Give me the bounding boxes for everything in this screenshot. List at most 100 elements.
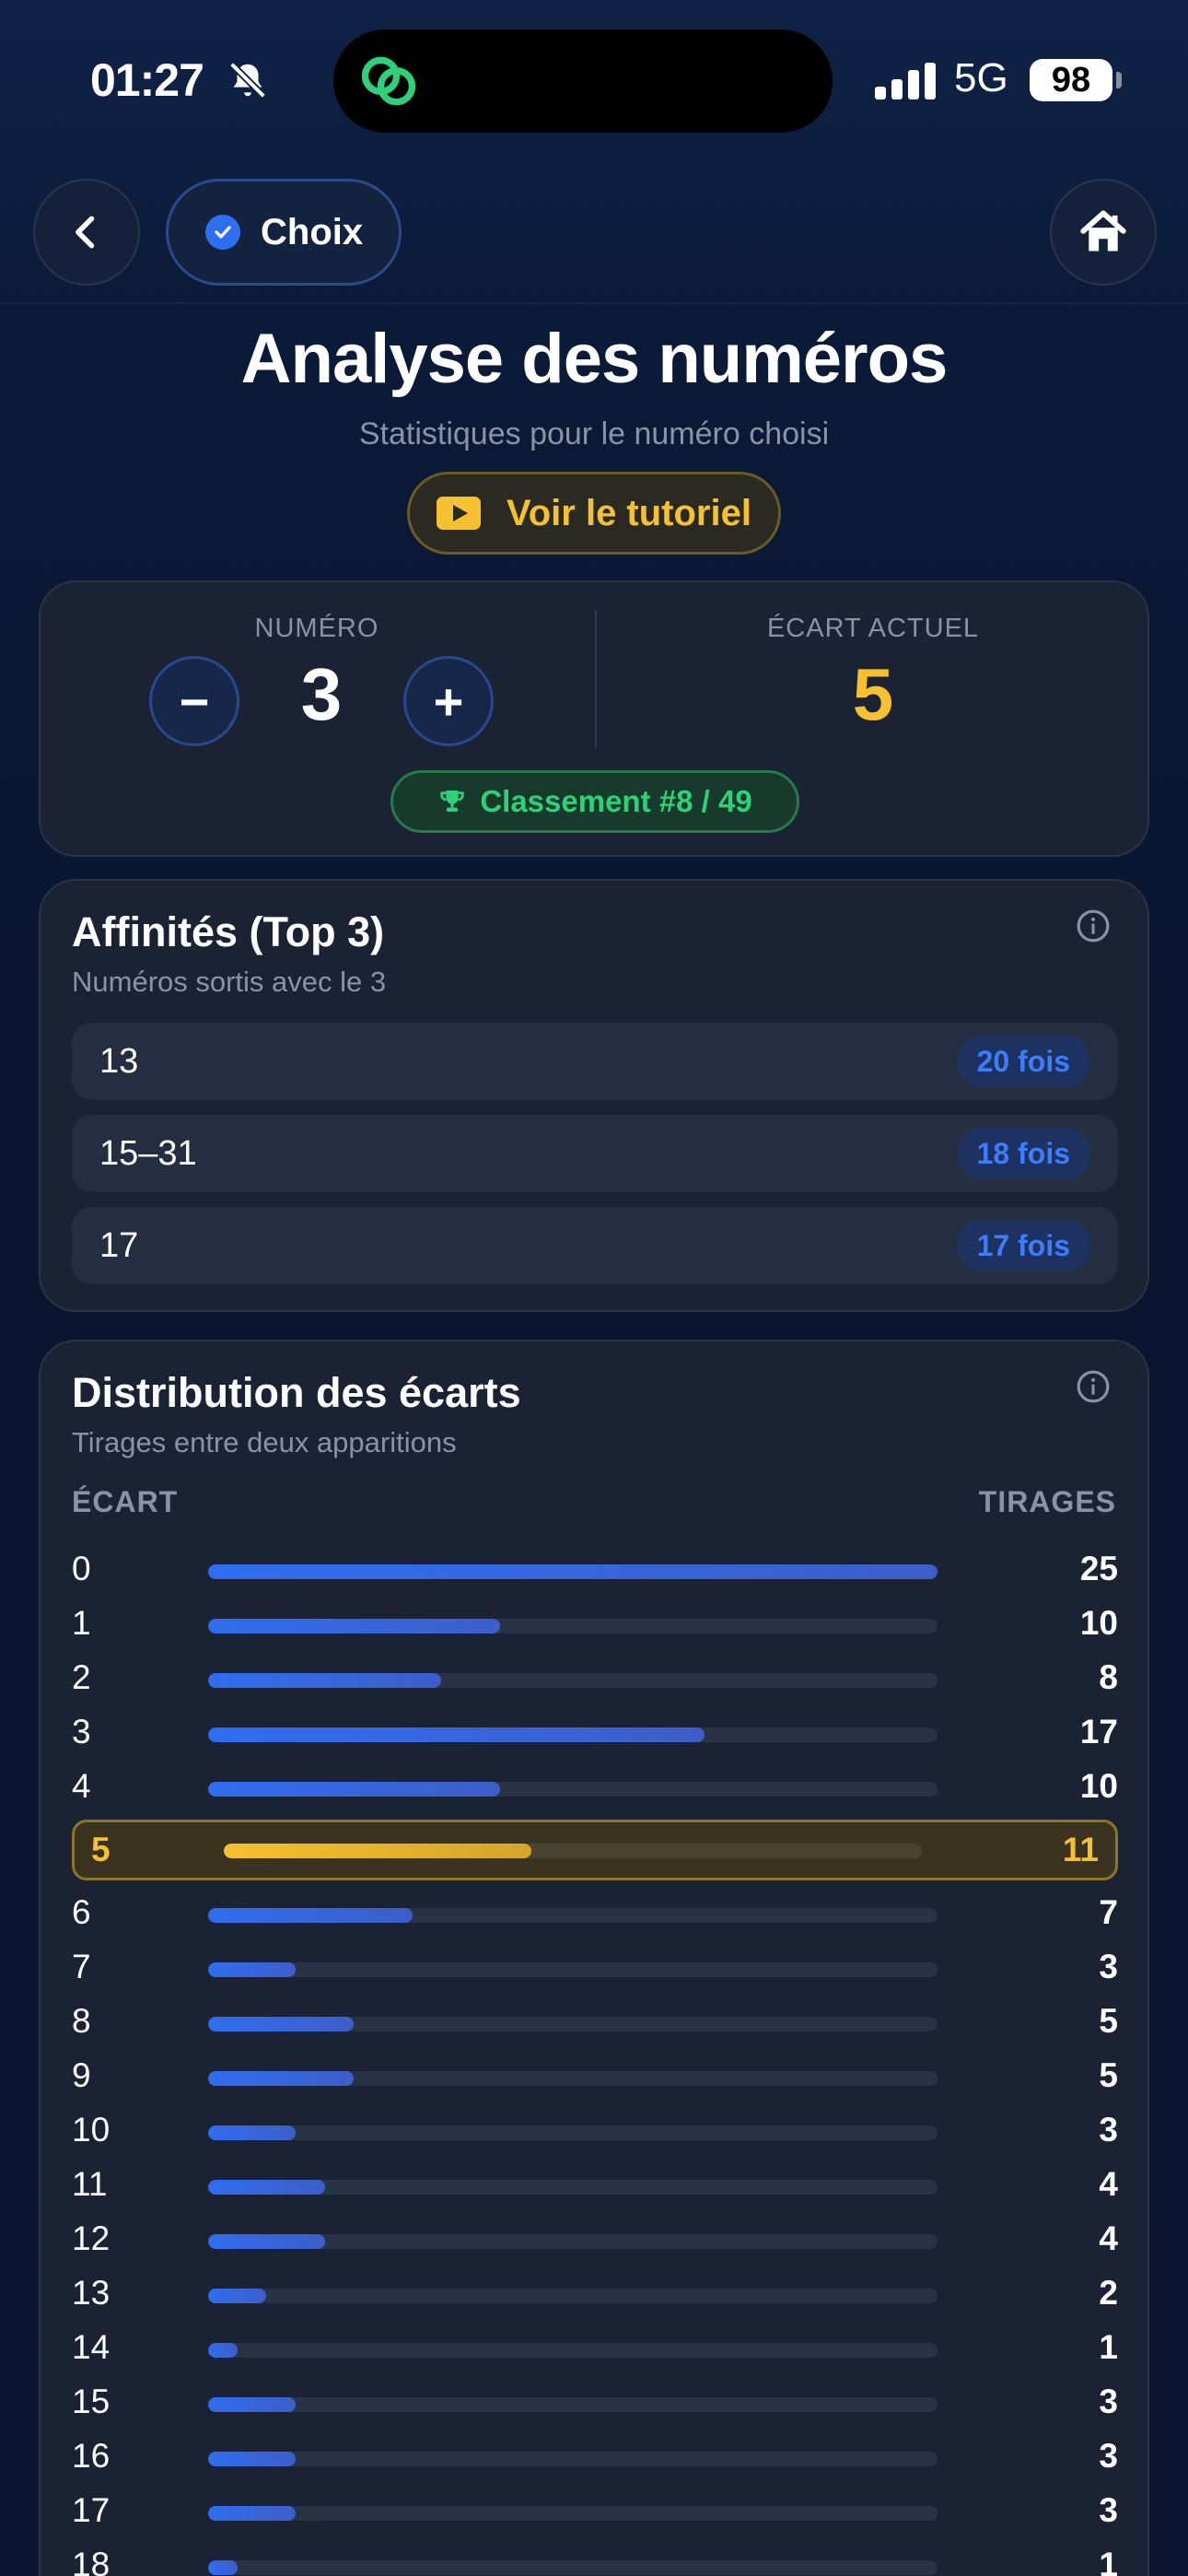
status-time: 01:27: [90, 54, 204, 106]
distribution-row: 12 4: [72, 2214, 1118, 2268]
ecart-label: ÉCART ACTUEL: [766, 614, 980, 643]
distribution-ecart: 8: [72, 2002, 91, 2040]
column-header-tirages: TIRAGES: [978, 1485, 1116, 1518]
distribution-ecart: 18: [72, 2546, 111, 2576]
affinity-count-badge: 18 fois: [956, 1128, 1090, 1179]
signal-icon: [875, 63, 936, 100]
distribution-bar: [208, 1727, 705, 1742]
play-icon: [437, 497, 482, 530]
tutorial-button[interactable]: Voir le tutoriel: [407, 472, 781, 555]
distribution-row-current: 5 11: [72, 1820, 1118, 1880]
increment-button[interactable]: +: [403, 656, 494, 746]
home-icon: [1080, 210, 1126, 252]
decrement-button[interactable]: −: [149, 656, 239, 746]
bell-slash-icon: [229, 62, 266, 99]
distribution-count: 7: [1099, 1893, 1118, 1931]
affinity-row: 17 17 fois: [72, 1207, 1118, 1284]
distribution-card: Distribution des écarts Tirages entre de…: [39, 1340, 1149, 2576]
distribution-bar-track: [208, 2452, 938, 2466]
affinity-numbers: 13: [99, 1042, 139, 1081]
distribution-row: 14 1: [72, 2323, 1118, 2377]
rank-label: Classement #8 / 49: [480, 784, 752, 818]
distribution-bar: [208, 2017, 355, 2032]
choix-label: Choix: [261, 211, 364, 252]
affinity-count-badge: 17 fois: [956, 1220, 1090, 1271]
status-bar: 01:27 5G 98: [0, 0, 1188, 157]
distribution-row: 17 3: [72, 2486, 1118, 2540]
distribution-ecart: 14: [72, 2328, 111, 2366]
home-button[interactable]: [1050, 179, 1157, 286]
distribution-ecart: 15: [72, 2383, 111, 2420]
distribution-ecart: 4: [72, 1767, 91, 1805]
distribution-bar-track: [208, 1564, 938, 1579]
distribution-row: 0 25: [72, 1544, 1118, 1598]
dynamic-island: [333, 29, 833, 133]
distribution-bar-track: [208, 2343, 938, 2358]
distribution-bar: [208, 2289, 267, 2303]
distribution-bar: [208, 2071, 355, 2086]
choix-button[interactable]: Choix: [166, 179, 402, 286]
ecart-value: 5: [852, 653, 894, 735]
numero-card: NUMÉRO − 3 + ÉCART ACTUEL 5 Classement #…: [39, 580, 1149, 857]
check-icon: [205, 215, 240, 250]
distribution-count: 2: [1099, 2274, 1118, 2312]
distribution-count: 3: [1099, 1948, 1118, 1985]
distribution-count: 25: [1079, 1550, 1118, 1587]
affinity-count-badge: 20 fois: [956, 1036, 1090, 1087]
distribution-ecart: 10: [72, 2111, 111, 2149]
distribution-bar-track: [224, 1844, 922, 1858]
distribution-bar: [208, 2125, 297, 2140]
distribution-count: 11: [1062, 1831, 1099, 1868]
battery-indicator: 98: [1030, 59, 1112, 101]
distribution-ecart: 1: [72, 1604, 91, 1642]
affinity-numbers: 15–31: [99, 1134, 197, 1173]
rank-badge: Classement #8 / 49: [390, 770, 799, 833]
distribution-bar: [208, 1564, 938, 1579]
distribution-subtitle: Tirages entre deux apparitions: [72, 1426, 457, 1458]
numero-value: 3: [300, 653, 343, 735]
distribution-count: 10: [1079, 1604, 1118, 1642]
distribution-bar-track: [208, 2506, 938, 2521]
distribution-count: 3: [1099, 2111, 1118, 2149]
distribution-ecart: 12: [72, 2219, 111, 2257]
distribution-count: 3: [1099, 2383, 1118, 2420]
distribution-count: 1: [1099, 2328, 1118, 2366]
nav-bar: Choix: [0, 157, 1188, 304]
distribution-ecart: 0: [72, 1550, 91, 1587]
distribution-ecart: 13: [72, 2274, 111, 2312]
distribution-bar-track: [208, 2125, 938, 2140]
distribution-count: 8: [1099, 1658, 1118, 1696]
affinity-row: 13 20 fois: [72, 1023, 1118, 1100]
distribution-bar-track: [208, 1619, 938, 1633]
chevron-left-icon: [76, 216, 95, 249]
distribution-bar-track: [208, 1908, 938, 1923]
distribution-count: 4: [1099, 2165, 1118, 2203]
distribution-ecart: 3: [72, 1713, 91, 1751]
distribution-count: 3: [1099, 2437, 1118, 2475]
back-button[interactable]: [33, 179, 140, 286]
distribution-bar-track: [208, 2560, 938, 2575]
distribution-bar-track: [208, 1673, 938, 1688]
distribution-row: 67: [72, 1888, 1118, 1942]
distribution-bar: [208, 2343, 238, 2358]
distribution-bar: [208, 1908, 413, 1923]
affinity-numbers: 17: [99, 1226, 139, 1265]
trophy-icon: [440, 790, 464, 812]
distribution-row: 1 10: [72, 1598, 1118, 1653]
distribution-ecart: 16: [72, 2437, 111, 2475]
distribution-bar: [208, 1782, 500, 1797]
distribution-row: 16 3: [72, 2431, 1118, 2486]
distribution-bar-track: [208, 1727, 938, 1742]
distribution-row: 13 2: [72, 2268, 1118, 2323]
info-icon[interactable]: [1076, 1369, 1111, 1404]
distribution-ecart: 7: [72, 1948, 91, 1985]
distribution-bar: [208, 2397, 297, 2412]
distribution-ecart: 17: [72, 2491, 111, 2529]
info-icon[interactable]: [1076, 908, 1111, 943]
distribution-count: 5: [1099, 2056, 1118, 2094]
distribution-bar-track: [208, 1962, 938, 1977]
distribution-bar-track: [208, 2234, 938, 2249]
network-label: 5G: [954, 55, 1008, 100]
tutorial-label: Voir le tutoriel: [507, 492, 751, 533]
distribution-bar: [208, 1962, 297, 1977]
